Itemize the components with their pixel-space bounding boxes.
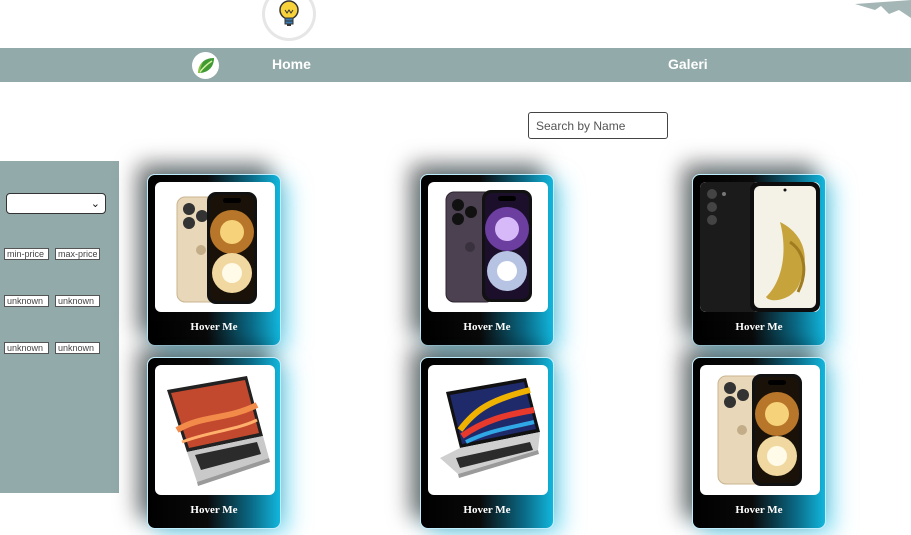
corner-decoration-icon [855,0,911,18]
min-price-input[interactable] [4,248,49,260]
product-image-galaxy-s22 [700,182,820,312]
chevron-down-icon: ⌄ [90,198,100,210]
filter-2-min-input[interactable] [4,295,49,307]
product-image-laptop-colorful [428,365,548,495]
product-card[interactable]: Hover Me [692,174,826,346]
lightbulb-icon [279,0,299,26]
product-image-iphone-purple [428,182,548,312]
search-input[interactable] [528,112,668,139]
product-label: Hover Me [190,321,238,333]
product-card[interactable]: Hover Me [147,174,281,346]
product-label: Hover Me [190,504,238,516]
product-label: Hover Me [735,321,783,333]
category-select[interactable]: ⌄ [6,193,106,214]
filter-2-max-input[interactable] [55,295,100,307]
leaf-logo-icon [197,57,214,73]
lightbulb-logo [265,0,313,38]
product-card[interactable]: Hover Me [147,357,281,529]
product-label: Hover Me [463,504,511,516]
max-price-input[interactable] [55,248,100,260]
brand-logo[interactable] [192,52,219,79]
nav-home-link[interactable]: Home [272,56,311,72]
filter-3-max-input[interactable] [55,342,100,354]
product-label: Hover Me [463,321,511,333]
filter-3-min-input[interactable] [4,342,49,354]
product-image-iphone-gold [155,182,275,312]
navbar [0,48,911,82]
product-card[interactable]: Hover Me [420,174,554,346]
product-image-iphone-gold [700,365,820,495]
nav-gallery-link[interactable]: Galeri [668,56,708,72]
product-label: Hover Me [735,504,783,516]
product-image-laptop-orange [155,365,275,495]
product-card[interactable]: Hover Me [420,357,554,529]
product-card[interactable]: Hover Me [692,357,826,529]
